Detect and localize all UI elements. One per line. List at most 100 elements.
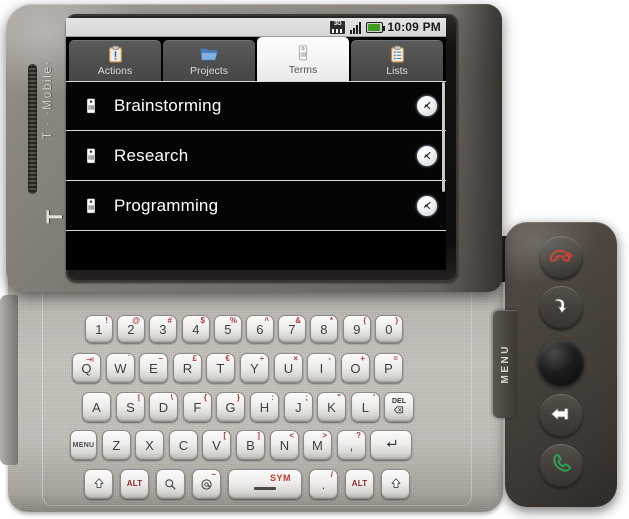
list-item-action-button[interactable] — [416, 95, 438, 117]
list-empty-area — [66, 231, 446, 270]
key-space[interactable]: SYM — [228, 469, 302, 499]
key-alt[interactable]: ALT — [120, 469, 149, 499]
key-alt-symbol: " — [337, 393, 341, 402]
menu-button[interactable]: MENU — [493, 310, 517, 418]
key-u[interactable]: U × — [274, 353, 303, 383]
search-icon — [163, 477, 178, 492]
key-enter[interactable] — [370, 430, 412, 460]
key-7[interactable]: 7 & — [278, 315, 306, 343]
call-button[interactable] — [539, 444, 583, 488]
key-j[interactable]: J; — [284, 392, 313, 422]
key-1[interactable]: 1! — [85, 315, 113, 343]
key-v[interactable]: V[ — [202, 430, 231, 460]
back-button[interactable] — [539, 394, 583, 438]
list-item[interactable]: Brainstorming — [66, 81, 446, 131]
key-d[interactable]: D \ — [149, 392, 178, 422]
key-6[interactable]: 6 ^ — [246, 315, 274, 343]
key-label: J — [295, 399, 302, 415]
terms-list[interactable]: Brainstorming Research Programming — [66, 81, 446, 231]
tab-terms[interactable]: Terms — [257, 37, 349, 81]
key-alt-symbol — [84, 355, 96, 364]
key-9[interactable]: 9( — [343, 315, 371, 343]
key-alt-symbol: = — [393, 354, 398, 363]
trackball[interactable] — [538, 340, 584, 386]
key-.[interactable]: . / — [309, 469, 338, 499]
tab-bar[interactable]: Actions Projects Terms Lists — [66, 37, 446, 81]
key-delete[interactable]: DEL — [384, 392, 414, 422]
key-g[interactable]: G} — [216, 392, 245, 422]
tab-projects[interactable]: Projects — [163, 40, 255, 81]
menu-key-label: MENU — [72, 441, 95, 449]
key-e[interactable]: E − — [139, 353, 168, 383]
back-arrow-icon — [548, 404, 574, 429]
key-x[interactable]: X — [135, 430, 164, 460]
end-call-button[interactable] — [539, 236, 583, 280]
key-l[interactable]: L ' — [351, 392, 380, 422]
key-label: . — [321, 476, 326, 492]
key-m[interactable]: M > — [303, 430, 332, 460]
key-q[interactable]: Q — [72, 353, 101, 383]
key-2[interactable]: 2 @ — [117, 315, 145, 343]
key-b[interactable]: B] — [236, 430, 265, 460]
key-s[interactable]: S | — [116, 392, 145, 422]
carrier-branding: T · ·Mobile· T — [20, 42, 67, 262]
list-item-label: Brainstorming — [114, 96, 222, 115]
key-h[interactable]: H: — [250, 392, 279, 422]
tag-icon — [76, 96, 106, 116]
key-alt-symbol: ~ — [211, 470, 216, 479]
tab-actions[interactable]: Actions — [69, 40, 161, 81]
carrier-name: T · ·Mobile· — [40, 60, 54, 140]
key-shift[interactable] — [84, 469, 113, 499]
key-r[interactable]: R £ — [173, 353, 202, 383]
key-3[interactable]: 3 # — [149, 315, 177, 343]
key-0[interactable]: 0) — [375, 315, 403, 343]
key-p[interactable]: P = — [374, 353, 403, 383]
key-label: F — [193, 399, 202, 415]
alt-key-label: ALT — [126, 479, 143, 488]
key-search[interactable] — [156, 469, 185, 499]
key-f[interactable]: F{ — [183, 392, 212, 422]
key-label: W — [114, 360, 127, 376]
key-alt-symbol: } — [236, 393, 240, 402]
key-w[interactable]: W ` — [106, 353, 135, 383]
key-alt-symbol: × — [293, 354, 298, 363]
key-o[interactable]: O + — [341, 353, 370, 383]
key-y[interactable]: Y ÷ — [240, 353, 269, 383]
phone-call-icon — [549, 452, 573, 481]
home-button[interactable] — [539, 286, 583, 330]
status-bar: 3G 10:09 PM — [66, 18, 446, 37]
key-k[interactable]: K " — [317, 392, 346, 422]
list-item[interactable]: Research — [66, 131, 446, 181]
key-alt-symbol: > — [322, 431, 327, 440]
list-item-action-button[interactable] — [416, 144, 438, 167]
key-shift[interactable] — [381, 469, 410, 499]
key-label: K — [327, 399, 336, 415]
enter-icon — [382, 438, 400, 452]
key-alt-symbol: ; — [305, 393, 308, 402]
key-a[interactable]: A — [82, 392, 111, 422]
key-label: 9 — [353, 321, 361, 337]
list-item[interactable]: Programming — [66, 181, 446, 231]
key-c[interactable]: C — [169, 430, 198, 460]
key-8[interactable]: 8 * — [310, 315, 338, 343]
tab-label: Lists — [386, 65, 408, 77]
list-item-action-button[interactable] — [416, 194, 438, 217]
key-4[interactable]: 4 $ — [182, 315, 210, 343]
list-scrollbar[interactable] — [442, 82, 445, 192]
key-label: D — [158, 399, 169, 415]
key-label: L — [361, 399, 370, 415]
key-5[interactable]: 5% — [214, 315, 242, 343]
key-menu[interactable]: MENU — [70, 430, 97, 460]
key-label: A — [92, 399, 101, 415]
key-n[interactable]: N < — [270, 430, 299, 460]
key-,[interactable]: ,? — [337, 430, 366, 460]
key-i[interactable]: I- — [307, 353, 336, 383]
key-alt[interactable]: ALT — [345, 469, 374, 499]
tab-lists[interactable]: Lists — [351, 40, 443, 81]
key-t[interactable]: T € — [206, 353, 235, 383]
key-at[interactable]: ~ — [192, 469, 221, 499]
key-label: U — [283, 360, 294, 376]
key-alt-symbol: / — [330, 470, 333, 479]
device-screenshot: 1! 2 @3 #4 $5% 6 ^ 7 & 8 * 9(0) Q W ` E − R £ T € Y ÷ U × I - O + P = A… — [0, 0, 629, 519]
key-z[interactable]: Z — [102, 430, 131, 460]
